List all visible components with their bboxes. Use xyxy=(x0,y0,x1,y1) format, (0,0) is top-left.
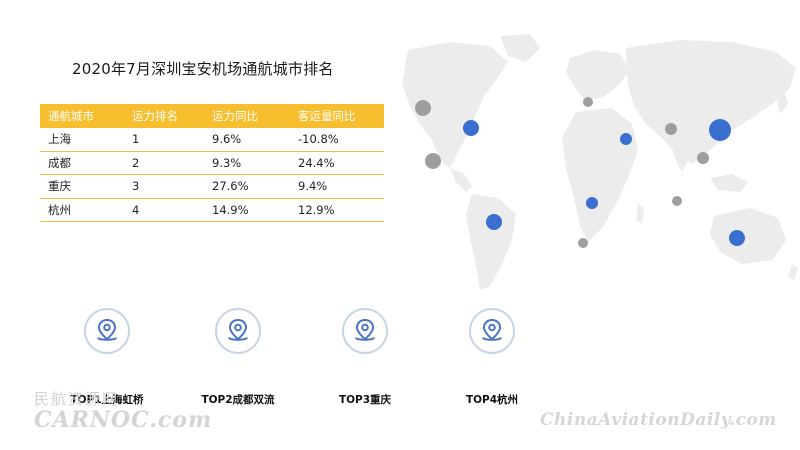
top-item: TOP4杭州 xyxy=(437,308,547,407)
header-cell: 运力排名 xyxy=(132,109,178,123)
gray-dot xyxy=(583,97,593,107)
gray-dot xyxy=(665,123,677,135)
location-pin-badge xyxy=(215,308,261,354)
table-cell: 重庆 xyxy=(48,179,71,194)
table-cell: 成都 xyxy=(48,155,71,170)
table-row: 上海 1 9.6% -10.8% xyxy=(40,128,384,152)
location-pin-icon xyxy=(228,318,248,341)
location-pin-icon xyxy=(97,318,117,341)
watermark-en-text: CARNOC.com xyxy=(34,407,213,433)
gray-dot xyxy=(415,100,431,116)
blue-dot xyxy=(620,133,632,145)
table-cell: 24.4% xyxy=(298,155,335,170)
top-label: TOP4杭州 xyxy=(465,394,519,406)
table-row: 杭州 4 14.9% 12.9% xyxy=(40,199,384,222)
header-cell: 客运量同比 xyxy=(298,109,356,123)
blue-dot xyxy=(486,214,502,230)
table-cell: 9.3% xyxy=(212,155,242,170)
table-cell: 27.6% xyxy=(212,179,249,194)
page-title: 2020年7月深圳宝安机场通航城市排名 xyxy=(72,60,334,78)
location-pin-icon xyxy=(355,318,375,341)
table-cell: 2 xyxy=(132,155,140,170)
location-pin-badge xyxy=(342,308,388,354)
table-row: 成都 2 9.3% 24.4% xyxy=(40,152,384,175)
location-pin-badge xyxy=(84,308,130,354)
table-cell: 9.4% xyxy=(298,179,328,194)
world-map-graphic xyxy=(402,34,798,290)
location-pin-icon xyxy=(482,318,502,341)
table-cell: 4 xyxy=(132,202,140,217)
blue-dot xyxy=(709,119,731,141)
table-cell: 3 xyxy=(132,179,140,194)
header-cell: 运力同比 xyxy=(212,109,258,123)
world-map xyxy=(380,28,800,298)
table-cell: 9.6% xyxy=(212,132,242,147)
table-row: 重庆 3 27.6% 9.4% xyxy=(40,175,384,199)
table-header-row: 通航城市 运力排名 运力同比 客运量同比 xyxy=(40,104,384,128)
blue-dot xyxy=(586,197,598,209)
continents xyxy=(402,34,798,290)
top-label: TOP3重庆 xyxy=(338,394,392,406)
chinaaviationdaily-watermark: ChinaAviationDaily.com xyxy=(540,410,777,430)
table-cell: 杭州 xyxy=(48,202,71,217)
gray-dot xyxy=(425,153,441,169)
ranking-table: 通航城市 运力排名 运力同比 客运量同比 上海 1 9.6% -10.8% 成都… xyxy=(40,104,384,222)
table-cell: 12.9% xyxy=(298,202,335,217)
gray-dot xyxy=(578,238,588,248)
table-cell: -10.8% xyxy=(298,132,339,147)
top-item: TOP3重庆 xyxy=(310,308,420,407)
blue-dot xyxy=(463,120,479,136)
watermark-cn-text: 民航资源网 xyxy=(34,390,120,408)
carnoc-watermark: 民航资源网 CARNOC.com xyxy=(34,388,212,433)
location-pin-badge xyxy=(469,308,515,354)
blue-dot xyxy=(729,230,745,246)
gray-dot xyxy=(672,196,682,206)
gray-dot xyxy=(697,152,709,164)
table-cell: 上海 xyxy=(48,132,71,147)
header-cell: 通航城市 xyxy=(48,109,94,123)
table-cell: 1 xyxy=(132,132,140,147)
table-cell: 14.9% xyxy=(212,202,249,217)
